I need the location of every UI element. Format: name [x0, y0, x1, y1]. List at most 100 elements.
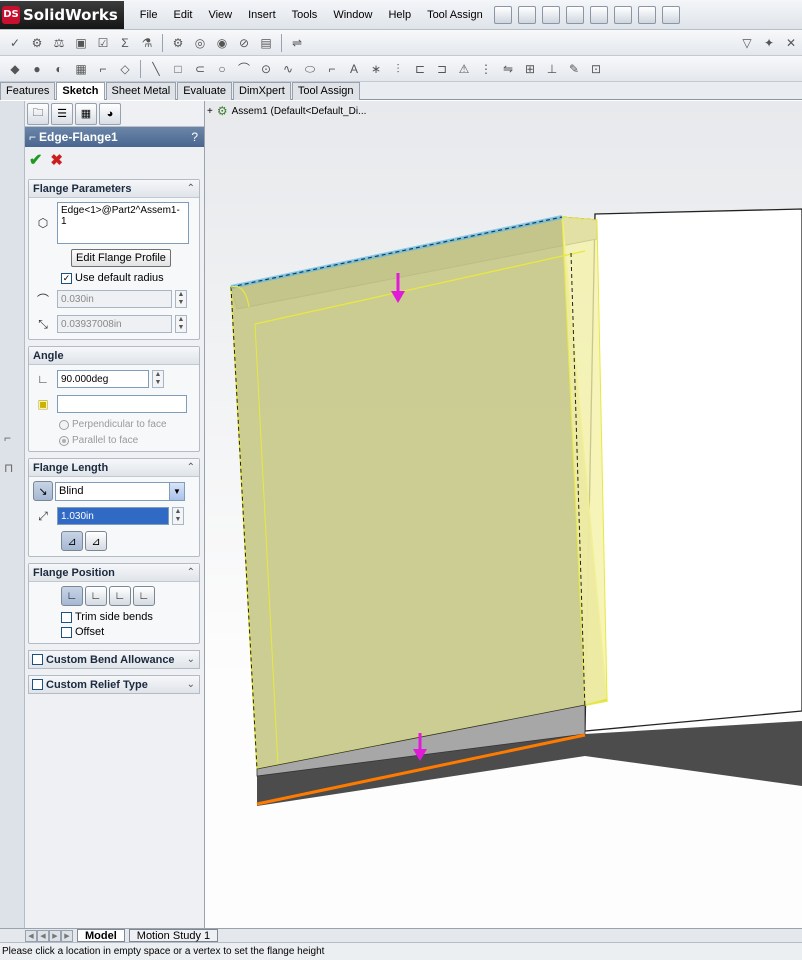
flange-icon[interactable]: ⊓: [4, 461, 13, 475]
first-tab-icon[interactable]: ◀: [25, 929, 37, 942]
custom-bend-allowance-checkbox[interactable]: [32, 654, 43, 665]
rebuild-icon[interactable]: [637, 5, 656, 24]
measure-icon[interactable]: ⚙: [29, 35, 45, 51]
help-button[interactable]: ?: [191, 130, 198, 144]
display-manager-icon[interactable]: ◕: [99, 102, 121, 125]
statistics-icon[interactable]: ⚗: [139, 35, 155, 51]
new-document-icon[interactable]: [517, 5, 536, 24]
menu-insert[interactable]: Insert: [240, 0, 284, 30]
stop-icon[interactable]: ⊘: [236, 35, 252, 51]
gap-distance-spinner[interactable]: ▲ ▼: [175, 315, 187, 333]
outer-virtual-sharp-icon[interactable]: ⊿: [61, 531, 83, 551]
edit-flange-profile-button[interactable]: Edit Flange Profile: [71, 249, 171, 267]
sketch-fillet-icon[interactable]: ⊡: [588, 61, 604, 77]
tab-evaluate[interactable]: Evaluate: [177, 82, 233, 100]
cad-tool-icon[interactable]: ⇌: [289, 35, 305, 51]
material-inside-icon[interactable]: ∟: [61, 586, 83, 606]
offset-checkbox[interactable]: [61, 626, 72, 638]
tab-sheet-metal[interactable]: Sheet Metal: [105, 82, 177, 100]
rectangle-icon[interactable]: □: [170, 61, 186, 77]
flange-parameters-header[interactable]: Flange Parameters ⌃: [29, 180, 199, 198]
line-icon[interactable]: ╲: [148, 61, 164, 77]
undo-icon[interactable]: [613, 5, 632, 24]
collapse-icon[interactable]: ⌃: [187, 567, 195, 578]
centerline-icon[interactable]: ⫶: [390, 61, 406, 77]
color-icon[interactable]: ●: [29, 61, 45, 77]
reverse-direction-icon[interactable]: ↘: [33, 481, 53, 501]
open-icon[interactable]: [541, 5, 560, 24]
tab-model[interactable]: Model: [77, 929, 125, 942]
menu-view[interactable]: View: [200, 0, 240, 30]
flange-length-input[interactable]: 1.030in: [57, 507, 169, 525]
custom-bend-allowance-group[interactable]: Custom Bend Allowance ⌄: [28, 650, 200, 669]
inner-virtual-sharp-icon[interactable]: ⊿: [85, 531, 107, 551]
expand-icon[interactable]: ⌄: [187, 654, 195, 665]
flange-length-header[interactable]: Flange Length ⌃: [29, 459, 199, 477]
parallel-radio[interactable]: [59, 435, 69, 446]
section-properties-icon[interactable]: ▣: [73, 35, 89, 51]
spell-check-icon[interactable]: ✓: [7, 35, 23, 51]
tab-features[interactable]: Features: [0, 82, 56, 100]
prev-tab-icon[interactable]: ◀: [37, 929, 49, 942]
polygon-icon[interactable]: ⊙: [258, 61, 274, 77]
property-manager-icon[interactable]: ☰: [51, 102, 73, 125]
perpendicular-radio[interactable]: [59, 419, 69, 430]
check-icon[interactable]: ☑: [95, 35, 111, 51]
relations-icon[interactable]: ⊥: [544, 61, 560, 77]
grid-icon[interactable]: ⋮: [478, 61, 494, 77]
menu-file[interactable]: File: [132, 0, 166, 30]
gear-icon[interactable]: ⚙: [170, 35, 186, 51]
collapse-icon[interactable]: ⌃: [187, 462, 195, 473]
polyline-icon[interactable]: ⌐: [95, 61, 111, 77]
tab-motion-study[interactable]: Motion Study 1: [128, 929, 219, 942]
edge-list-item[interactable]: Edge<1>@Part2^Assem1-1: [61, 205, 180, 227]
pattern-icon[interactable]: ⊞: [522, 61, 538, 77]
sum-icon[interactable]: Σ: [117, 35, 133, 51]
graphics-area[interactable]: [205, 101, 802, 928]
configuration-manager-icon[interactable]: ▦: [75, 102, 97, 125]
sheet-metal-icon[interactable]: ⌐: [4, 431, 11, 445]
material-outside-icon[interactable]: ∟: [85, 586, 107, 606]
offset-icon[interactable]: ⊏: [412, 61, 428, 77]
bend-from-virtual-sharp-icon[interactable]: ∟: [133, 586, 155, 606]
appearance-icon[interactable]: ◐: [51, 61, 67, 77]
tolerance-icon[interactable]: ◉: [214, 35, 230, 51]
sketch-icon[interactable]: ▦: [73, 61, 89, 77]
feature-tree-root[interactable]: + ⚙ Assem1 (Default<Default_Di...: [207, 104, 366, 118]
bend-radius-input[interactable]: 0.030in: [57, 290, 172, 308]
next-tab-icon[interactable]: ▶: [49, 929, 61, 942]
clear-filter-icon[interactable]: ✕: [783, 35, 799, 51]
pin-icon[interactable]: [493, 5, 512, 24]
spline-icon[interactable]: ∿: [280, 61, 296, 77]
plugin-icon[interactable]: ◎: [192, 35, 208, 51]
expand-icon[interactable]: ⌄: [187, 679, 195, 690]
menu-tool-assign[interactable]: Tool Assign: [419, 0, 491, 30]
gap-distance-input[interactable]: 0.03937008in: [57, 315, 172, 333]
collapse-icon[interactable]: ⌃: [187, 183, 195, 194]
menu-help[interactable]: Help: [380, 0, 419, 30]
print-icon[interactable]: [589, 5, 608, 24]
custom-relief-type-checkbox[interactable]: [32, 679, 43, 690]
edge-selection-list[interactable]: Edge<1>@Part2^Assem1-1: [57, 202, 189, 244]
stack-icon[interactable]: ▤: [258, 35, 274, 51]
circle-icon[interactable]: ○: [214, 61, 230, 77]
arc-icon[interactable]: ⌒: [236, 61, 252, 77]
tab-dimxpert[interactable]: DimXpert: [233, 82, 291, 100]
flange-angle-input[interactable]: 90.000deg: [57, 370, 149, 388]
flange-position-header[interactable]: Flange Position ⌃: [29, 564, 199, 582]
slot-icon[interactable]: ⊂: [192, 61, 208, 77]
point-icon[interactable]: ∗: [368, 61, 384, 77]
reference-face-input[interactable]: [57, 395, 187, 413]
trim-side-bends-checkbox[interactable]: [61, 611, 72, 623]
fillet-icon[interactable]: ⌐: [324, 61, 340, 77]
flange-angle-spinner[interactable]: ▲ ▼: [152, 370, 164, 388]
mirror-icon[interactable]: ⇋: [500, 61, 516, 77]
feature-manager-icon[interactable]: 🗀: [27, 102, 49, 125]
menu-edit[interactable]: Edit: [165, 0, 200, 30]
options-icon[interactable]: [661, 5, 680, 24]
tab-sketch[interactable]: Sketch: [56, 82, 105, 100]
tab-tool-assign[interactable]: Tool Assign: [291, 82, 360, 100]
expand-icon[interactable]: +: [207, 106, 213, 117]
model-view[interactable]: [205, 101, 802, 928]
repair-icon[interactable]: ✎: [566, 61, 582, 77]
